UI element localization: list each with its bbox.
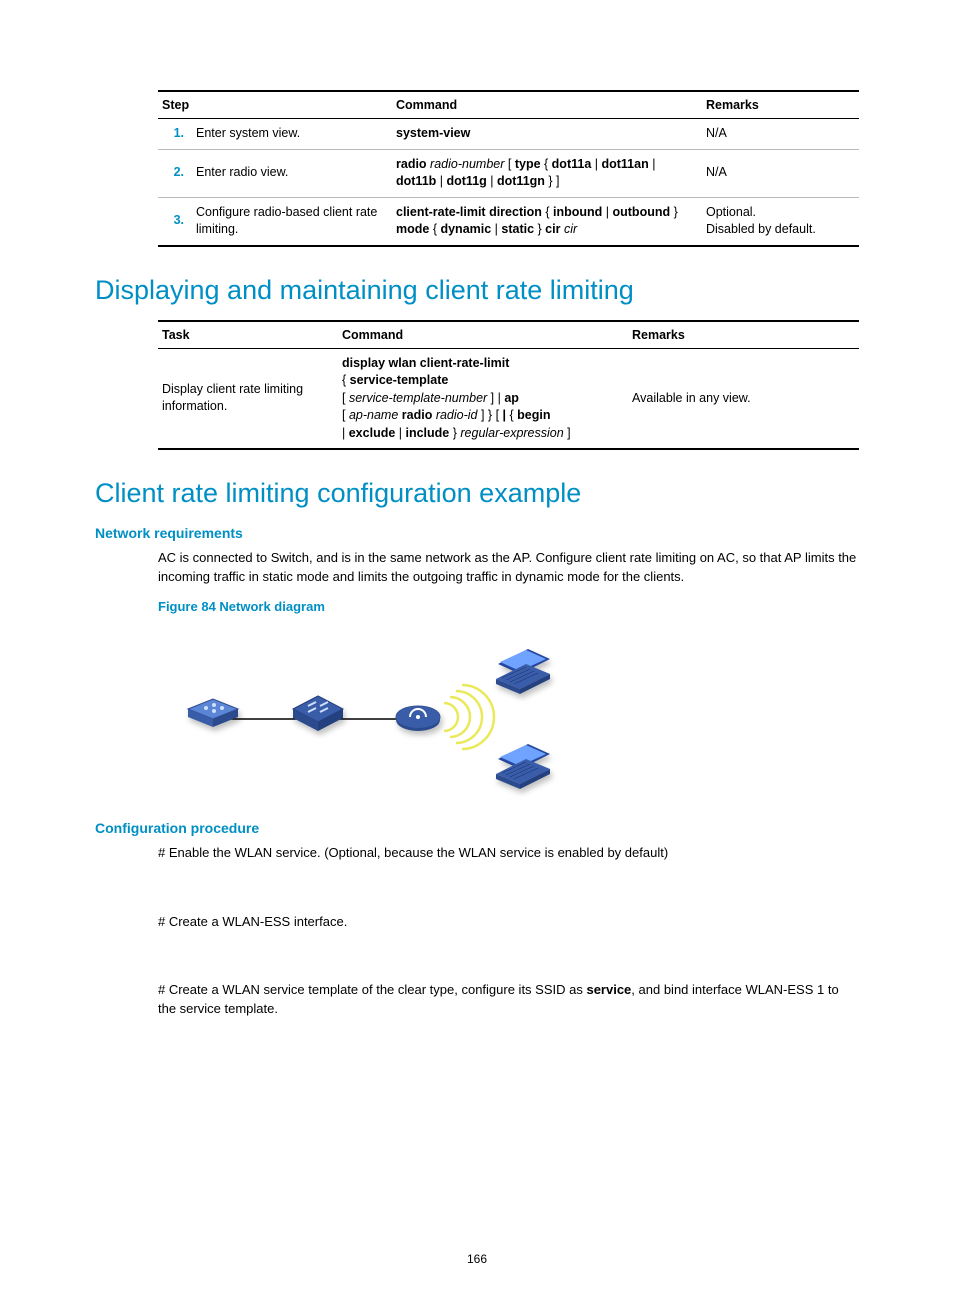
table-row: 3.Configure radio-based client rate limi… xyxy=(158,197,859,246)
col-command: Command xyxy=(338,321,628,349)
step-number: 1. xyxy=(158,119,192,150)
step-cell: Configure radio-based client rate limiti… xyxy=(192,197,392,246)
col-task: Task xyxy=(158,321,338,349)
task-cell: Display client rate limiting information… xyxy=(158,348,338,449)
proc-step: # Create a WLAN service template of the … xyxy=(158,981,859,1019)
table-row: Display client rate limiting information… xyxy=(158,348,859,449)
col-remarks: Remarks xyxy=(702,91,859,119)
command-cell: system-view xyxy=(392,119,702,150)
remarks-cell: Optional.Disabled by default. xyxy=(702,197,859,246)
remarks-cell: N/A xyxy=(702,149,859,197)
laptop-icon xyxy=(496,649,550,694)
figure-label: Figure 84 Network diagram xyxy=(158,599,859,614)
page-number: 166 xyxy=(0,1252,954,1266)
network-req-text: AC is connected to Switch, and is in the… xyxy=(158,549,859,587)
command-cell: client-rate-limit direction { inbound | … xyxy=(392,197,702,246)
heading-displaying: Displaying and maintaining client rate l… xyxy=(95,275,859,306)
wireless-icon xyxy=(444,685,494,749)
table-row: 2.Enter radio view.radio radio-number [ … xyxy=(158,149,859,197)
remarks-cell: N/A xyxy=(702,119,859,150)
heading-network-reqs: Network requirements xyxy=(95,525,859,541)
switch-icon xyxy=(293,696,343,731)
heading-config-proc: Configuration procedure xyxy=(95,820,859,836)
table-row: 1.Enter system view.system-viewN/A xyxy=(158,119,859,150)
network-diagram xyxy=(158,624,568,804)
step-number: 2. xyxy=(158,149,192,197)
col-command: Command xyxy=(392,91,702,119)
laptop-icon xyxy=(496,744,550,789)
col-remarks: Remarks xyxy=(628,321,859,349)
command-cell: radio radio-number [ type { dot11a | dot… xyxy=(392,149,702,197)
remarks-cell: Available in any view. xyxy=(628,348,859,449)
ac-device-icon xyxy=(188,699,238,727)
command-cell: display wlan client-rate-limit{ service-… xyxy=(338,348,628,449)
heading-example: Client rate limiting configuration examp… xyxy=(95,478,859,509)
ap-icon xyxy=(396,706,440,731)
col-step: Step xyxy=(158,91,392,119)
proc-step: # Enable the WLAN service. (Optional, be… xyxy=(158,844,859,863)
step-number: 3. xyxy=(158,197,192,246)
tasks-table: Task Command Remarks Display client rate… xyxy=(158,320,859,451)
step-cell: Enter system view. xyxy=(192,119,392,150)
step-cell: Enter radio view. xyxy=(192,149,392,197)
steps-table: Step Command Remarks 1.Enter system view… xyxy=(158,90,859,247)
proc-step: # Create a WLAN-ESS interface. xyxy=(158,913,859,932)
